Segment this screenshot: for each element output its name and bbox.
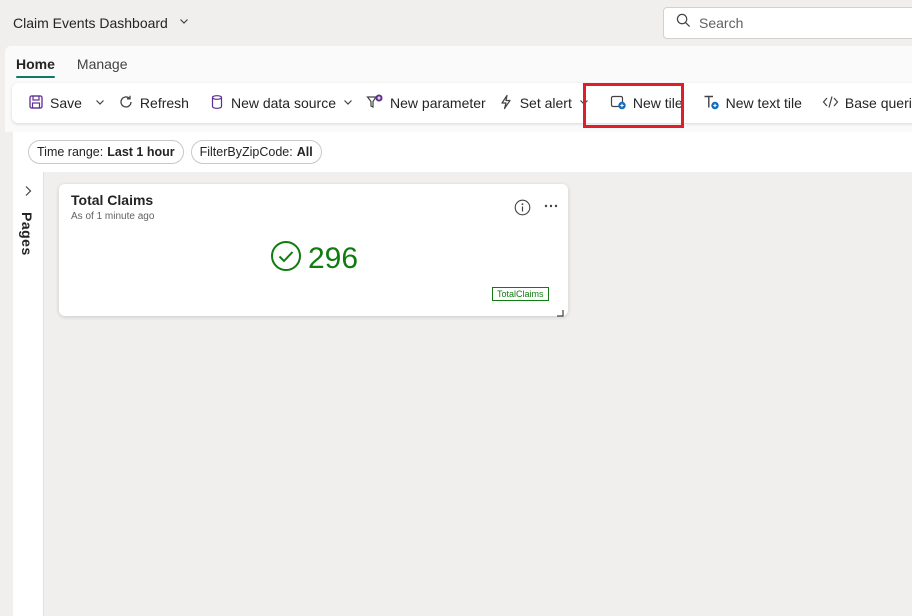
total-claims-tile[interactable]: Total Claims As of 1 minute ago 296 Tota… (59, 184, 568, 317)
new-parameter-button[interactable]: New parameter (360, 88, 492, 118)
tab-home[interactable]: Home (16, 54, 55, 78)
refresh-icon (118, 94, 134, 113)
chevron-down-icon[interactable] (94, 95, 106, 111)
set-alert-label: Set alert (519, 95, 572, 111)
refresh-button[interactable]: Refresh (112, 88, 195, 118)
refresh-label: Refresh (139, 95, 189, 111)
toolbar: Save Refresh New data source New paramet… (12, 83, 912, 123)
new-text-tile-label: New text tile (725, 95, 802, 111)
kpi-value-group: 296 (270, 240, 358, 277)
ribbon-tabs: Home Manage (16, 54, 128, 78)
new-text-tile-button[interactable]: New text tile (697, 88, 808, 118)
code-icon (822, 94, 839, 113)
query-tag: TotalClaims (492, 287, 549, 301)
new-parameter-label: New parameter (390, 95, 486, 111)
new-tile-label: New tile (632, 95, 683, 111)
pages-panel: Pages (13, 172, 44, 616)
search-icon (676, 13, 691, 33)
time-range-filter[interactable]: Time range: Last 1 hour (28, 140, 184, 164)
resize-handle-icon[interactable] (556, 304, 564, 322)
check-circle-icon (270, 240, 302, 277)
new-tile-button[interactable]: New tile (604, 88, 689, 118)
ribbon-panel: Home Manage Save Refresh New data source (5, 46, 912, 132)
kpi-value: 296 (308, 241, 359, 275)
filter-bar: Time range: Last 1 hour FilterByZipCode:… (13, 132, 912, 172)
new-data-source-label: New data source (230, 95, 337, 111)
filter-label: Time range: (37, 145, 104, 159)
base-queries-button[interactable]: Base queries (816, 88, 912, 118)
search-input[interactable]: Search (663, 7, 912, 39)
save-label: Save (50, 95, 82, 111)
chevron-down-icon[interactable] (578, 95, 590, 111)
add-text-icon (703, 94, 720, 113)
dashboard-title: Claim Events Dashboard (13, 15, 168, 31)
zip-code-filter[interactable]: FilterByZipCode: All (190, 140, 322, 164)
new-data-source-button[interactable]: New data source (203, 88, 360, 118)
filter-label: FilterByZipCode: (199, 145, 293, 159)
set-alert-button[interactable]: Set alert (492, 88, 596, 118)
info-icon[interactable] (514, 199, 531, 221)
lightning-icon (498, 94, 514, 113)
search-placeholder: Search (699, 15, 744, 31)
top-bar: Claim Events Dashboard Search (0, 0, 912, 46)
base-queries-label: Base queries (844, 95, 912, 111)
filter-add-icon (366, 94, 384, 113)
dashboard-title-dropdown[interactable]: Claim Events Dashboard (13, 14, 190, 32)
more-options-icon[interactable] (543, 198, 559, 219)
database-icon (209, 94, 225, 113)
chevron-down-icon[interactable] (342, 95, 354, 111)
tab-manage[interactable]: Manage (77, 54, 128, 78)
pages-label[interactable]: Pages (19, 212, 35, 256)
filter-value: All (296, 145, 313, 159)
chevron-right-icon[interactable] (22, 184, 34, 203)
tile-title: Total Claims (71, 192, 154, 208)
add-tile-icon (610, 94, 627, 113)
save-icon (28, 94, 44, 113)
save-button[interactable]: Save (22, 88, 112, 118)
filter-value: Last 1 hour (107, 145, 175, 159)
tile-subtitle: As of 1 minute ago (71, 211, 155, 222)
chevron-down-icon (178, 14, 190, 32)
